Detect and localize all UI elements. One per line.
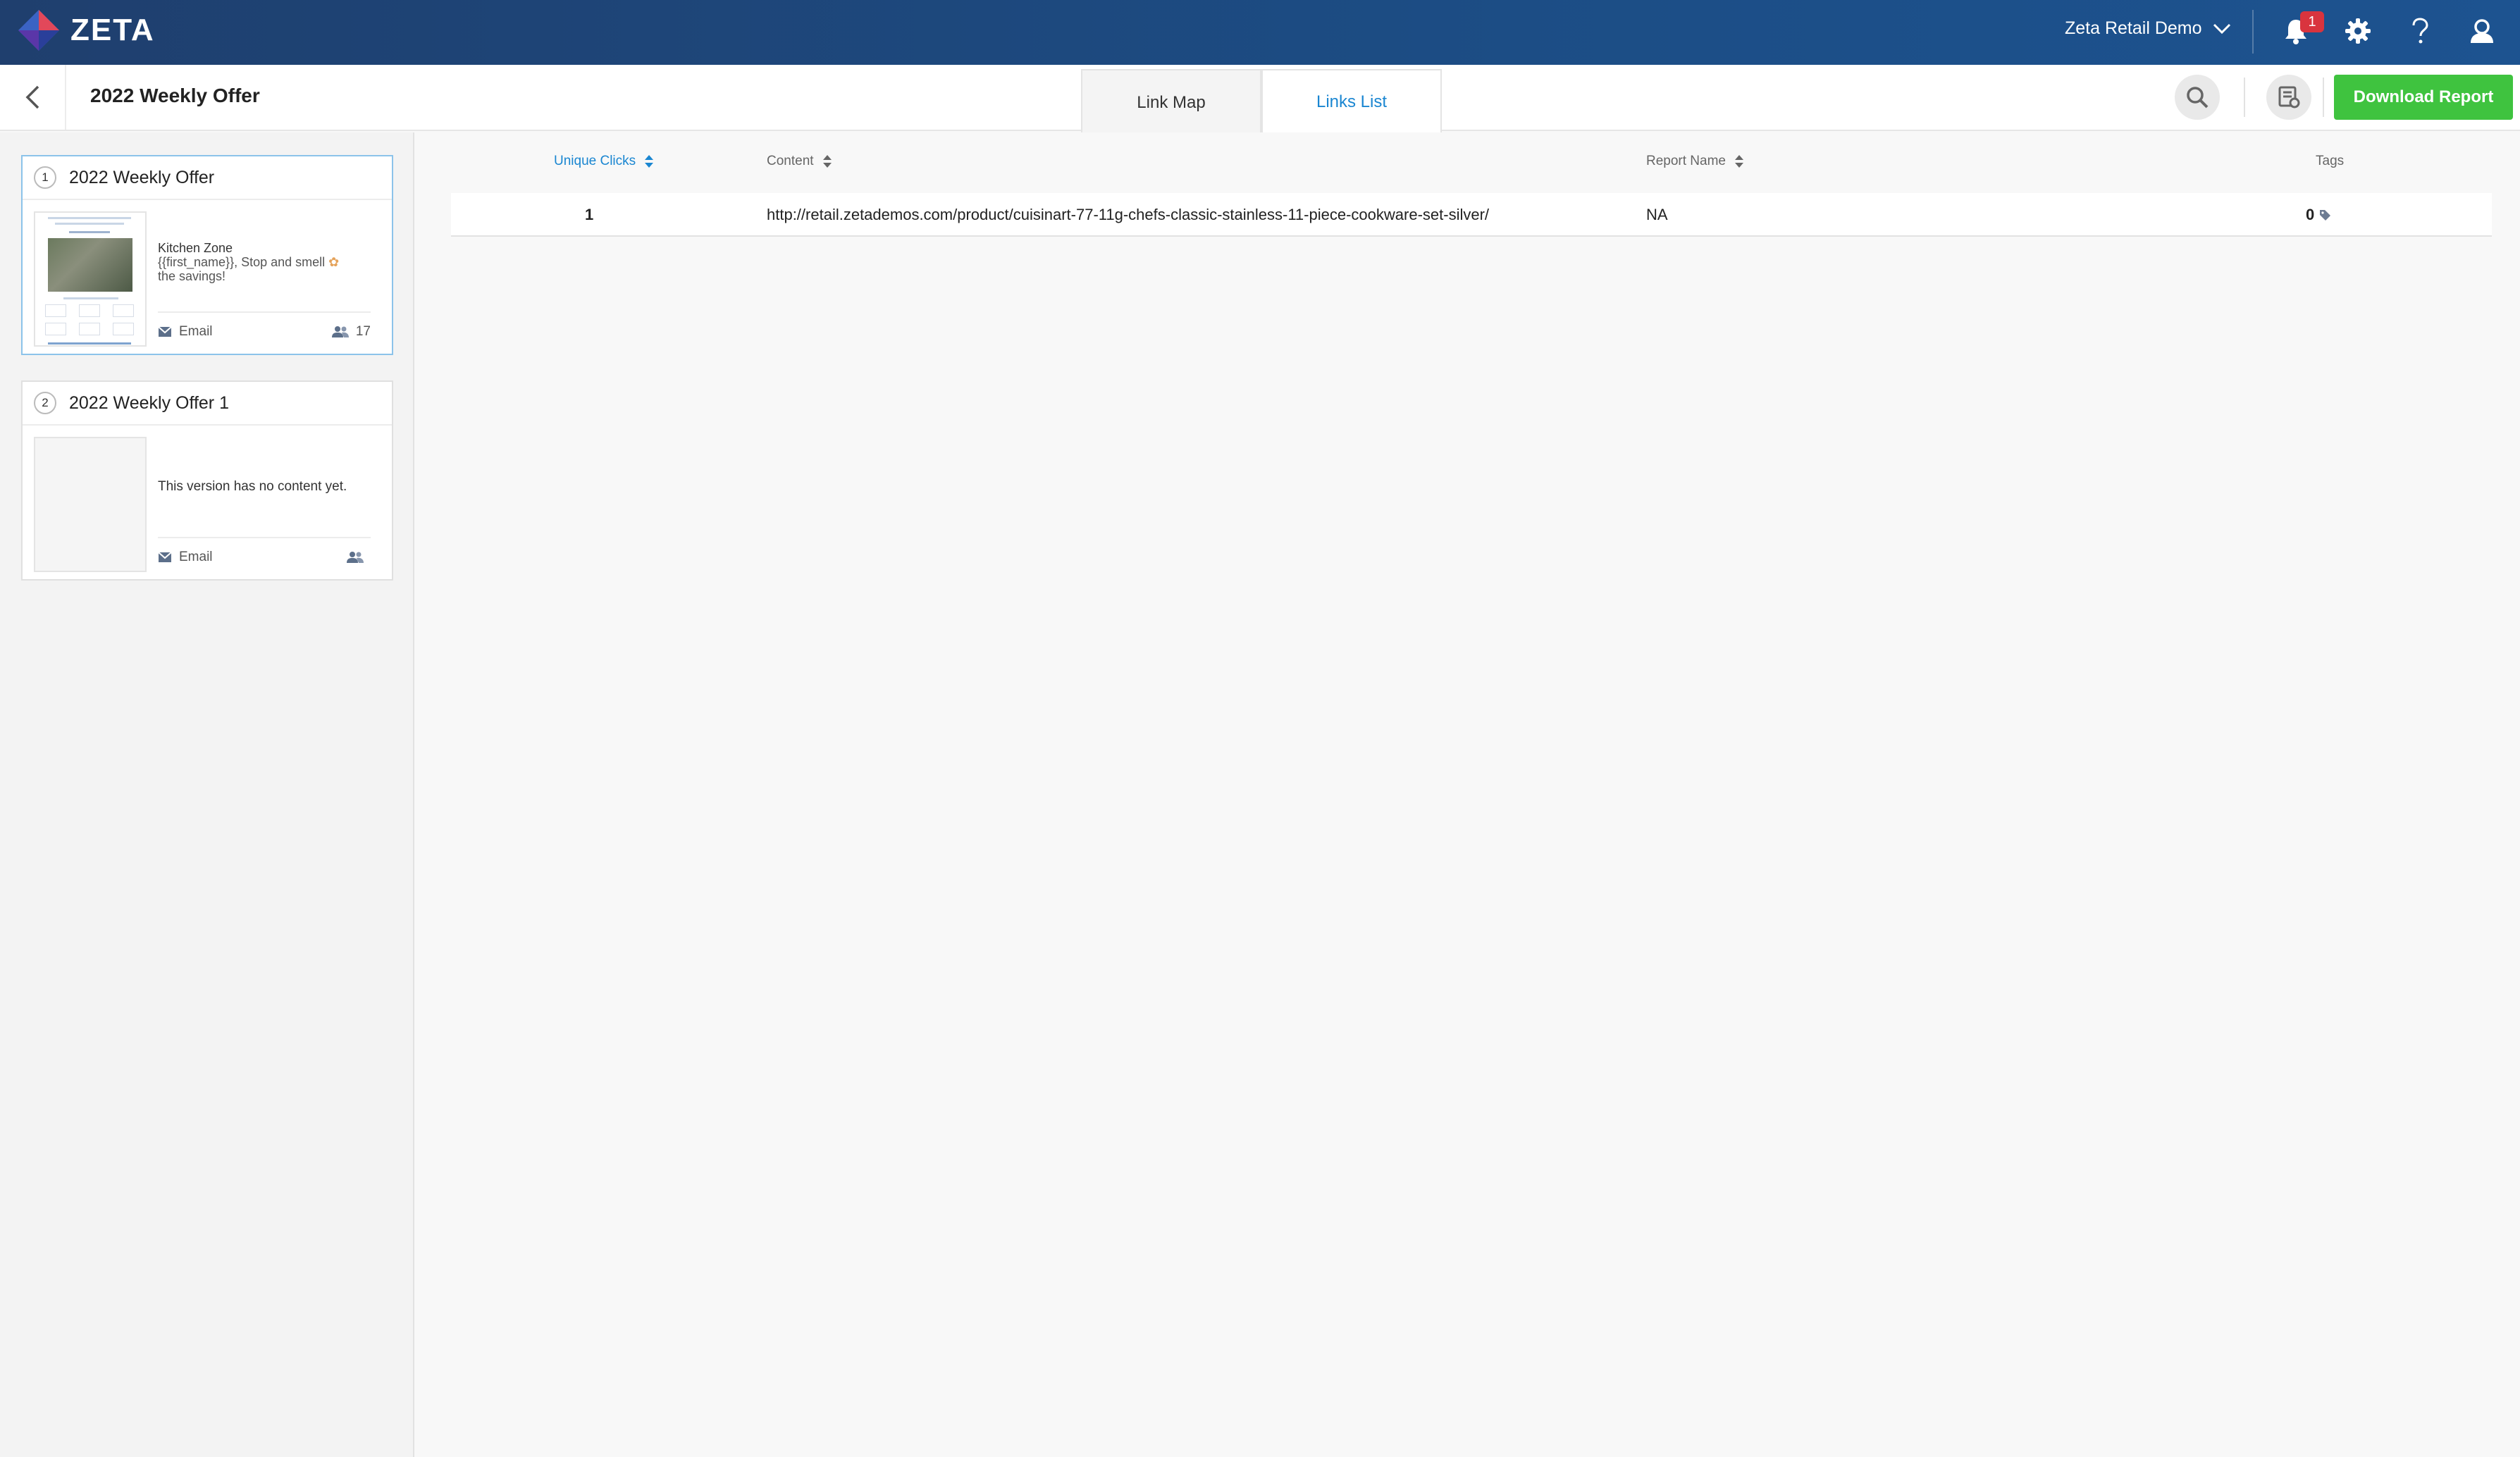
no-content-message: This version has no content yet. — [158, 479, 347, 494]
version-card-header: 2 2022 Weekly Offer 1 — [23, 382, 392, 426]
version-card-header: 1 2022 Weekly Offer — [23, 156, 392, 200]
chevron-left-icon — [25, 85, 39, 109]
report-icon — [2278, 86, 2300, 108]
zeta-logo[interactable]: ZETA — [16, 7, 155, 54]
channel-label: Email — [179, 324, 213, 339]
column-header-unique-clicks[interactable]: Unique Clicks — [554, 154, 654, 169]
email-hero-image — [48, 238, 132, 292]
channel-label: Email — [179, 550, 213, 564]
email-icon — [158, 326, 172, 337]
nav-divider — [2252, 10, 2254, 54]
page-title: 2022 Weekly Offer — [90, 85, 260, 106]
help-button[interactable] — [2404, 16, 2435, 46]
sort-icon — [1735, 155, 1743, 168]
tab-links-list[interactable]: Links List — [1261, 69, 1442, 135]
sort-icon — [822, 155, 832, 168]
help-icon — [2412, 18, 2428, 44]
account-switcher[interactable]: Zeta Retail Demo — [2065, 18, 2232, 39]
snippet-subject-line2: the savings! — [158, 269, 226, 283]
settings-button[interactable] — [2342, 16, 2373, 46]
version-number: 1 — [34, 166, 56, 189]
version-title: 2022 Weekly Offer — [69, 167, 215, 187]
snippet-subject: {{first_name}}, Stop and smell ✿ — [158, 255, 340, 269]
profile-button[interactable] — [2466, 16, 2497, 46]
snippet-title: Kitchen Zone — [158, 241, 233, 255]
column-header-report-name[interactable]: Report Name — [1646, 154, 1744, 169]
version-card-footer: Email 17 — [158, 311, 371, 340]
audience-icon — [331, 326, 349, 337]
header-separator — [2244, 78, 2245, 117]
page-header: 2022 Weekly Offer Link Map Links List Do… — [0, 65, 2520, 135]
unique-clicks-cell: 1 — [585, 206, 594, 223]
chevron-down-icon — [2213, 23, 2230, 34]
search-icon — [2187, 87, 2209, 108]
email-snippet: Kitchen Zone {{first_name}}, Stop and sm… — [158, 241, 339, 283]
flower-emoji-icon: ✿ — [328, 255, 340, 269]
version-card[interactable]: 1 2022 Weekly Offer Kitchen Zone {{first… — [21, 155, 393, 355]
download-report-button[interactable]: Download Report — [2334, 75, 2513, 120]
column-header-tags: Tags — [2316, 154, 2345, 168]
report-settings-button[interactable] — [2266, 75, 2311, 120]
search-button[interactable] — [2175, 75, 2220, 120]
notification-badge: 1 — [2300, 11, 2324, 32]
audience-icon — [347, 552, 364, 563]
gear-icon — [2345, 18, 2371, 44]
tags-count: 0 — [2306, 206, 2315, 223]
tags-cell[interactable]: 0 — [2306, 206, 2331, 224]
header-separator — [2323, 78, 2324, 117]
content-link[interactable]: http://retail.zetademos.com/product/cuis… — [767, 206, 1489, 224]
top-nav: ZETA Zeta Retail Demo 1 — [0, 0, 2520, 65]
sort-icon — [645, 155, 654, 168]
version-number: 2 — [34, 392, 56, 414]
report-name-cell: NA — [1646, 206, 1668, 223]
version-card-footer: Email — [158, 537, 371, 565]
audience-count: 17 — [355, 324, 371, 339]
brand-name: ZETA — [70, 13, 155, 47]
account-name: Zeta Retail Demo — [2065, 18, 2202, 38]
user-icon — [2471, 19, 2493, 43]
tag-icon — [2320, 210, 2331, 221]
links-table: Unique Clicks Content Report Name Tags 1… — [416, 132, 2520, 1457]
tab-link-map[interactable]: Link Map — [1081, 69, 1261, 135]
email-thumbnail-empty — [34, 437, 147, 572]
version-card[interactable]: 2 2022 Weekly Offer 1 This version has n… — [21, 380, 393, 581]
column-header-content[interactable]: Content — [767, 154, 832, 169]
versions-panel: 1 2022 Weekly Offer Kitchen Zone {{first… — [0, 132, 414, 1457]
table-row[interactable]: 1 http://retail.zetademos.com/product/cu… — [451, 193, 2492, 237]
version-title: 2022 Weekly Offer 1 — [69, 392, 229, 413]
back-button[interactable] — [0, 65, 66, 130]
email-icon — [158, 552, 172, 562]
email-thumbnail — [34, 211, 147, 347]
zeta-logo-icon — [18, 10, 59, 51]
